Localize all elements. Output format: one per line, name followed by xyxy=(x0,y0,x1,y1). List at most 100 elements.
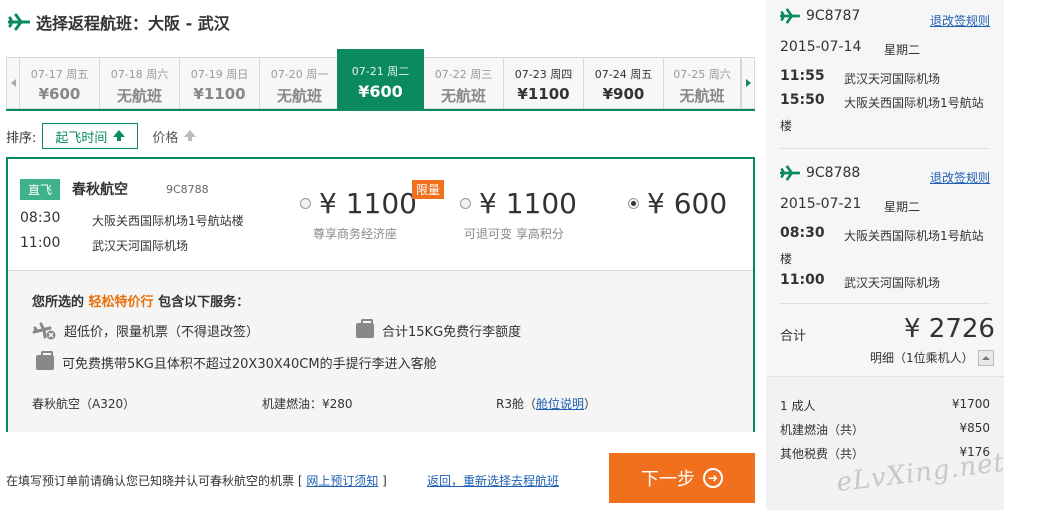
page-header: 选择返程航班：大阪 - 武汉 xyxy=(8,10,230,34)
fare-option-business[interactable]: ¥ 1100 xyxy=(300,187,417,220)
segment-dep-airport-wrap: 楼 xyxy=(780,252,793,266)
depart-airport: 大阪关西国际机场1号航站楼 xyxy=(92,214,244,228)
next-step-button[interactable]: 下一步 ➜ xyxy=(609,453,755,503)
date-tab-date: 07-19 周日 xyxy=(190,68,249,81)
arrow-up-icon xyxy=(184,129,197,141)
fare-radio[interactable] xyxy=(300,198,311,209)
segment-arr-airport: 武汉天河国际机场 xyxy=(844,276,941,290)
arrow-right-icon: ➜ xyxy=(703,468,723,488)
segment-header: 9C8787 xyxy=(780,8,860,24)
change-refund-rules-link[interactable]: 退改签规则 xyxy=(930,12,990,29)
date-tab-price: ¥600 xyxy=(38,85,81,103)
prev-dates-button[interactable] xyxy=(6,57,20,109)
arrow-up-icon xyxy=(113,129,126,141)
segment-dep-time: 08:30 xyxy=(780,225,825,241)
aircraft-type: 春秋航空（A320） xyxy=(32,397,136,411)
fare-radio[interactable] xyxy=(460,198,471,209)
total-amount: ¥ 2726 xyxy=(904,314,995,344)
order-summary: 9C8787 退改签规则 2015-07-14 星期二 11:55 武汉天河国际… xyxy=(766,0,1004,510)
breakdown-row: 机建燃油（共） ¥850 xyxy=(780,421,990,437)
airline-name: 春秋航空 xyxy=(72,182,128,198)
date-tab-date: 07-23 周四 xyxy=(514,68,573,81)
segment-header: 9C8788 xyxy=(780,165,860,181)
services-title: 您所选的 轻松特价行 包含以下服务： xyxy=(32,295,250,310)
cabin-class: R3舱（舱位说明） xyxy=(496,397,597,411)
sort-by-price-button[interactable]: 价格 xyxy=(152,127,197,146)
change-refund-rules-link[interactable]: 退改签规则 xyxy=(930,169,990,186)
booking-notice: 在填写预订单前请确认您已知晓并认可春秋航空的机票 [ 网上预订须知 ] xyxy=(6,474,387,488)
sort-by-time-button[interactable]: 起飞时间 xyxy=(42,123,139,149)
date-tab-0718[interactable]: 07-18 周六 无航班 xyxy=(100,57,180,109)
fare-services: 您所选的 轻松特价行 包含以下服务： 超低价，限量机票（不得退改签） 合计15K… xyxy=(8,271,753,432)
divider xyxy=(780,303,990,304)
service-baggage: 合计15KG免费行李额度 xyxy=(356,319,521,340)
service-carry-on: 可免费携带5KG且体积不超过20X30X40CM的手提行李进入客舱 xyxy=(36,351,437,372)
next-dates-button[interactable] xyxy=(741,57,755,109)
fare-radio-selected[interactable] xyxy=(628,198,639,209)
page-title: 选择返程航班：大阪 - 武汉 xyxy=(36,14,230,33)
flight-info: 直飞 春秋航空 9C8788 08:30 大阪关西国际机场1号航站楼 11:00… xyxy=(8,159,753,271)
segment-arr-airport: 大阪关西国际机场1号航站 xyxy=(844,96,984,110)
date-tab-0721-selected[interactable]: 07-21 周二 ¥600 xyxy=(337,49,424,109)
plane-icon xyxy=(780,8,800,24)
sort-price-label: 价格 xyxy=(152,130,179,146)
date-tab-price: ¥900 xyxy=(602,85,645,103)
divider xyxy=(780,148,990,149)
plane-icon xyxy=(8,13,30,31)
date-tab-0723[interactable]: 07-23 周四 ¥1100 xyxy=(504,57,584,109)
fare-desc: 尊享商务经济座 xyxy=(313,227,398,241)
fuel-surcharge: 机建燃油：¥280 xyxy=(262,397,353,411)
price-detail-label: 明细（1位乘机人） xyxy=(870,351,974,365)
segment-dep-airport: 大阪关西国际机场1号航站 xyxy=(844,229,984,243)
date-tab-price: 无航班 xyxy=(116,87,162,105)
segment-arr-time: 11:00 xyxy=(780,272,825,288)
chevron-left-icon xyxy=(10,79,16,87)
segment-arr-airport-wrap: 楼 xyxy=(780,119,793,133)
fare-price: ¥ 1100 xyxy=(479,187,577,220)
date-tab-0720[interactable]: 07-20 周一 无航班 xyxy=(260,57,340,109)
reselect-outbound-link[interactable]: 返回，重新选择去程航班 xyxy=(427,472,559,489)
segment-dep-airport: 武汉天河国际机场 xyxy=(844,72,941,86)
booking-terms-link[interactable]: 网上预订须知 xyxy=(306,474,378,488)
date-tab-price: ¥1100 xyxy=(193,85,246,103)
fare-option-economy-selected[interactable]: ¥ 600 xyxy=(628,187,727,220)
fare-price: ¥ 600 xyxy=(647,187,728,220)
plane-icon xyxy=(780,165,800,181)
segment-flight-number: 9C8787 xyxy=(806,8,861,24)
segment-weekday: 星期二 xyxy=(884,200,921,214)
plane-no-refund-icon xyxy=(32,322,56,339)
depart-time: 08:30 xyxy=(20,210,61,226)
date-tab-date: 07-25 周六 xyxy=(673,68,731,81)
segment-arr-time: 15:50 xyxy=(780,92,825,108)
sort-label: 排序: xyxy=(6,130,37,146)
date-tab-price: 无航班 xyxy=(679,87,725,105)
date-tab-date: 07-20 周一 xyxy=(270,68,329,81)
fare-desc: 可退可变 享高积分 xyxy=(464,227,564,241)
date-tab-date: 07-24 周五 xyxy=(594,68,653,81)
collapse-icon[interactable] xyxy=(977,349,994,366)
date-tab-price: 无航班 xyxy=(440,87,486,105)
total-label: 合计 xyxy=(780,329,807,344)
date-tab-0725[interactable]: 07-25 周六 无航班 xyxy=(664,57,741,109)
date-tab-0717[interactable]: 07-17 周五 ¥600 xyxy=(20,57,100,109)
chevron-right-icon xyxy=(745,79,751,87)
date-tab-price: 无航班 xyxy=(276,87,322,105)
sort-time-label: 起飞时间 xyxy=(55,130,108,146)
arrive-time: 11:00 xyxy=(20,235,61,251)
flight-card: 直飞 春秋航空 9C8788 08:30 大阪关西国际机场1号航站楼 11:00… xyxy=(6,157,755,432)
date-tab-date: 07-17 周五 xyxy=(30,68,89,81)
date-tab-0719[interactable]: 07-19 周日 ¥1100 xyxy=(180,57,260,109)
arrive-airport: 武汉天河国际机场 xyxy=(92,239,189,253)
luggage-icon xyxy=(356,319,374,338)
fare-family-name: 轻松特价行 xyxy=(88,295,154,310)
cabin-info-link[interactable]: 舱位说明 xyxy=(536,397,584,411)
date-tab-date: 07-21 周二 xyxy=(351,65,410,78)
date-tab-date: 07-18 周六 xyxy=(110,68,169,81)
segment-dep-time: 11:55 xyxy=(780,68,825,84)
price-detail-toggle[interactable]: 明细（1位乘机人） xyxy=(870,349,994,366)
fare-option-flexible[interactable]: ¥ 1100 xyxy=(460,187,577,220)
date-tab-0724[interactable]: 07-24 周五 ¥900 xyxy=(584,57,664,109)
flight-number: 9C8788 xyxy=(166,183,209,196)
date-tab-0722[interactable]: 07-22 周三 无航班 xyxy=(424,57,504,109)
date-tab-price: ¥600 xyxy=(358,82,403,101)
